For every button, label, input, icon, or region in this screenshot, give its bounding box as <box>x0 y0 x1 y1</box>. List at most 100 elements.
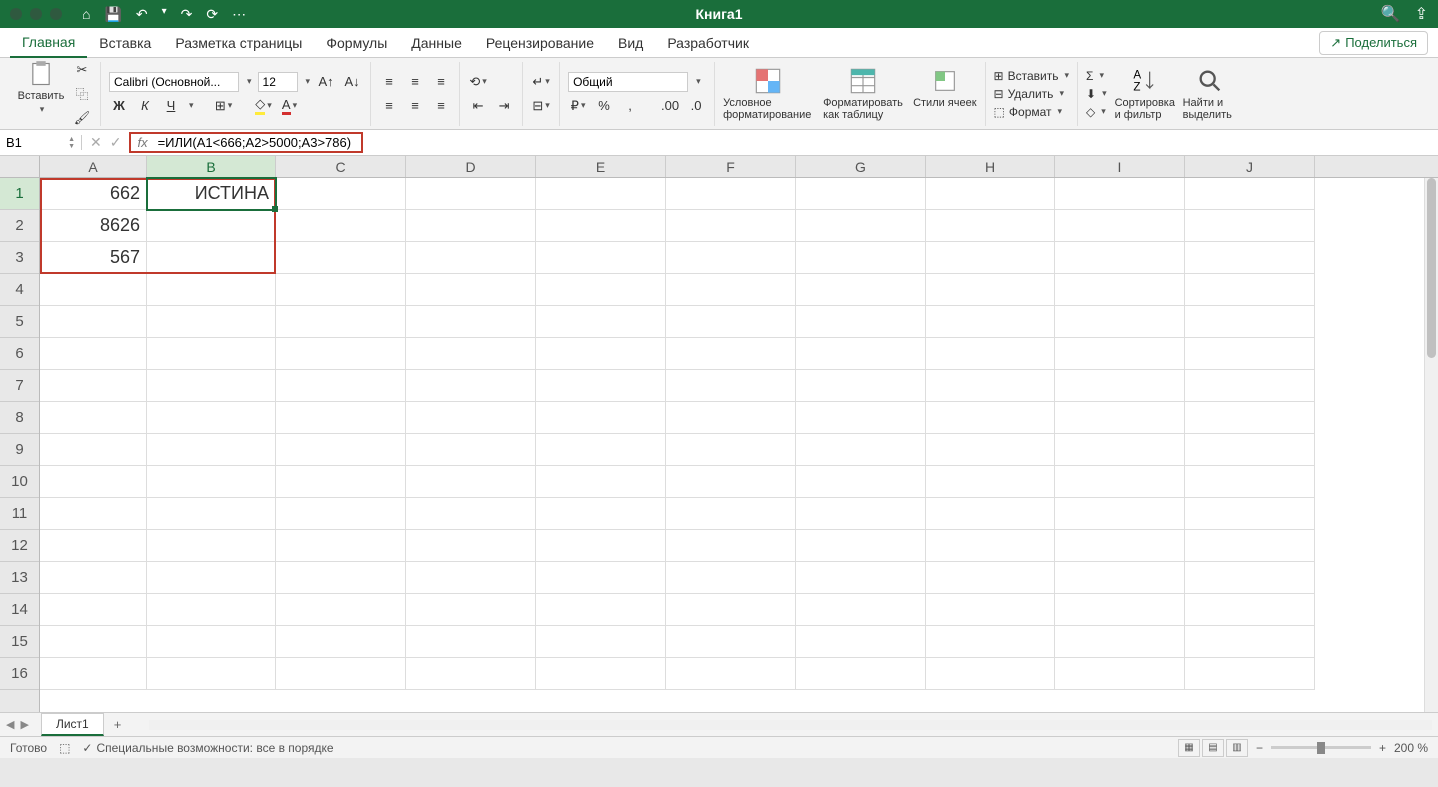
cell[interactable] <box>40 306 147 338</box>
cell[interactable] <box>40 658 147 690</box>
cell[interactable] <box>926 626 1055 658</box>
cut-button[interactable]: ✂ <box>72 60 92 80</box>
conditional-formatting-button[interactable]: Условное форматирование <box>723 67 813 121</box>
format-cells-button[interactable]: ⬚Формат▾ <box>994 104 1069 120</box>
zoom-out-button[interactable]: − <box>1256 741 1263 755</box>
cell[interactable] <box>406 658 536 690</box>
close-window-icon[interactable] <box>10 8 22 20</box>
bold-button[interactable]: Ж <box>109 96 129 116</box>
cell[interactable] <box>1055 594 1185 626</box>
copy-button[interactable]: ⿻ <box>72 84 92 104</box>
cell[interactable] <box>1055 466 1185 498</box>
sort-filter-button[interactable]: AZ Сортировка и фильтр <box>1115 67 1175 121</box>
cell[interactable] <box>40 466 147 498</box>
row-header[interactable]: 11 <box>0 498 39 530</box>
row-header[interactable]: 15 <box>0 626 39 658</box>
cell[interactable] <box>406 274 536 306</box>
row-header[interactable]: 6 <box>0 338 39 370</box>
more-icon[interactable]: ⋯ <box>232 6 246 23</box>
cell[interactable] <box>796 562 926 594</box>
cell[interactable] <box>536 274 666 306</box>
row-header[interactable]: 9 <box>0 434 39 466</box>
cell-reference-input[interactable] <box>6 135 56 150</box>
chevron-down-icon[interactable]: ▾ <box>247 76 252 87</box>
cancel-formula-icon[interactable]: ✕ <box>90 134 102 151</box>
cell[interactable] <box>796 594 926 626</box>
font-size-select[interactable] <box>258 72 298 92</box>
format-painter-button[interactable]: 🖌 <box>72 108 92 128</box>
home-icon[interactable]: ⌂ <box>82 6 90 23</box>
decrease-decimal-button[interactable]: .0 <box>686 96 706 116</box>
cell[interactable] <box>1185 626 1315 658</box>
cell[interactable] <box>276 306 406 338</box>
cell[interactable] <box>536 658 666 690</box>
column-header[interactable]: I <box>1055 156 1185 177</box>
decrease-font-button[interactable]: A↓ <box>342 72 362 92</box>
row-header[interactable]: 2 <box>0 210 39 242</box>
orientation-button[interactable]: ⟲▾ <box>468 72 488 92</box>
cell[interactable] <box>666 530 796 562</box>
traffic-lights[interactable] <box>10 8 62 20</box>
cell[interactable] <box>406 402 536 434</box>
cell[interactable] <box>147 338 276 370</box>
cell[interactable] <box>926 306 1055 338</box>
column-header[interactable]: F <box>666 156 796 177</box>
horizontal-scrollbar[interactable] <box>149 720 1432 730</box>
row-header[interactable]: 12 <box>0 530 39 562</box>
cell[interactable] <box>536 338 666 370</box>
cell[interactable] <box>536 594 666 626</box>
cell[interactable] <box>406 530 536 562</box>
cell[interactable] <box>926 274 1055 306</box>
align-bottom-button[interactable]: ≡ <box>431 72 451 92</box>
cell[interactable] <box>666 306 796 338</box>
cell[interactable] <box>536 530 666 562</box>
cell[interactable] <box>1185 530 1315 562</box>
fill-color-button[interactable]: ◇▾ <box>254 96 274 116</box>
cell[interactable] <box>536 178 666 210</box>
cell[interactable] <box>276 434 406 466</box>
cell[interactable] <box>406 210 536 242</box>
formula-input[interactable]: =ИЛИ(A1<666;A2>5000;A3>786) <box>158 135 351 150</box>
cell[interactable] <box>276 658 406 690</box>
cell[interactable] <box>1185 658 1315 690</box>
cell[interactable] <box>1055 178 1185 210</box>
maximize-window-icon[interactable] <box>50 8 62 20</box>
cell[interactable] <box>666 210 796 242</box>
cell-styles-button[interactable]: Стили ячеек <box>913 67 976 121</box>
cell[interactable] <box>666 466 796 498</box>
cell[interactable] <box>536 626 666 658</box>
wrap-text-button[interactable]: ↵▾ <box>531 72 551 92</box>
cell[interactable] <box>147 594 276 626</box>
cell[interactable] <box>1055 370 1185 402</box>
cells-area[interactable]: 662ИСТИНА8626567 <box>40 178 1438 712</box>
cell[interactable] <box>406 594 536 626</box>
cell[interactable] <box>536 242 666 274</box>
cell[interactable] <box>406 242 536 274</box>
cell[interactable] <box>276 466 406 498</box>
cell[interactable] <box>40 402 147 434</box>
prev-sheet-button[interactable]: ◀ <box>6 718 14 731</box>
tab-review[interactable]: Рецензирование <box>474 29 606 57</box>
cell[interactable] <box>147 466 276 498</box>
cell[interactable] <box>1055 434 1185 466</box>
row-header[interactable]: 13 <box>0 562 39 594</box>
cell[interactable] <box>666 498 796 530</box>
column-header[interactable]: D <box>406 156 536 177</box>
paste-button[interactable]: Вставить ▾ <box>16 60 66 115</box>
row-header[interactable]: 8 <box>0 402 39 434</box>
tab-formulas[interactable]: Формулы <box>314 29 399 57</box>
cell[interactable] <box>40 338 147 370</box>
accessibility-icon[interactable]: ✓ <box>82 741 92 755</box>
cell[interactable] <box>147 498 276 530</box>
column-header[interactable]: C <box>276 156 406 177</box>
italic-button[interactable]: К <box>135 96 155 116</box>
fx-icon[interactable]: fx <box>137 135 147 150</box>
cell[interactable] <box>276 338 406 370</box>
tab-data[interactable]: Данные <box>399 29 474 57</box>
cell[interactable] <box>276 274 406 306</box>
cell[interactable] <box>536 434 666 466</box>
cell[interactable] <box>276 370 406 402</box>
cell[interactable] <box>147 402 276 434</box>
find-select-button[interactable]: Найти и выделить <box>1183 67 1238 121</box>
chevron-down-icon[interactable]: ▾ <box>306 76 311 87</box>
